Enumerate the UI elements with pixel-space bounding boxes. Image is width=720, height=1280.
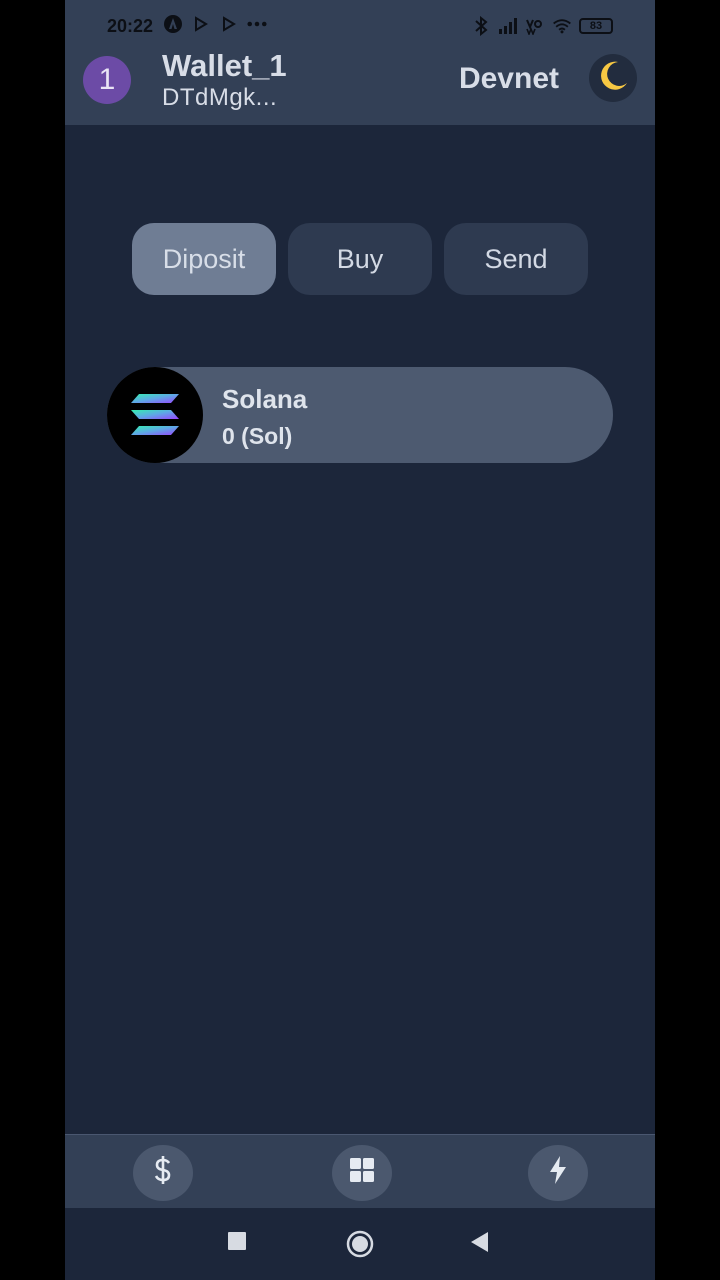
top-bar: 20:22 83 1 Wallet_1 DTdMgk... Devnet bbox=[65, 0, 655, 125]
recents-icon bbox=[228, 1232, 246, 1255]
status-time: 20:22 bbox=[107, 16, 154, 36]
theme-toggle-button[interactable] bbox=[589, 54, 637, 102]
app-screen: 20:22 83 1 Wallet_1 DTdMgk... Devnet Dip… bbox=[65, 0, 655, 1280]
wallet-header: 1 Wallet_1 DTdMgk... Devnet bbox=[65, 46, 655, 125]
play-icon bbox=[191, 14, 211, 34]
status-bar: 20:22 83 bbox=[65, 8, 655, 46]
action-buttons: Diposit Buy Send bbox=[132, 223, 588, 295]
wifi-icon bbox=[552, 16, 572, 36]
status-icons-right: 83 bbox=[471, 16, 613, 36]
wallet-avatar[interactable]: 1 bbox=[83, 56, 131, 104]
moon-icon bbox=[596, 59, 630, 98]
wallet-name[interactable]: Wallet_1 bbox=[162, 48, 287, 84]
status-icons-left bbox=[163, 14, 267, 34]
bluetooth-icon bbox=[471, 16, 491, 36]
solana-icon bbox=[107, 367, 203, 463]
back-icon bbox=[471, 1232, 489, 1257]
token-name: Solana bbox=[222, 384, 308, 414]
lightning-icon bbox=[548, 1155, 568, 1192]
bottom-nav bbox=[65, 1134, 655, 1208]
signal-icon bbox=[498, 16, 518, 36]
home-button[interactable] bbox=[346, 1230, 374, 1263]
play-icon bbox=[219, 14, 239, 34]
deposit-button[interactable]: Diposit bbox=[132, 223, 276, 295]
buy-button[interactable]: Buy bbox=[288, 223, 432, 295]
send-button[interactable]: Send bbox=[444, 223, 588, 295]
network-selector[interactable]: Devnet bbox=[459, 62, 559, 96]
more-icon bbox=[247, 14, 267, 34]
token-balance: 0 (Sol) bbox=[222, 423, 293, 449]
vowifi-icon bbox=[525, 16, 545, 36]
home-icon bbox=[346, 1230, 374, 1263]
app-notification-icon bbox=[163, 14, 183, 34]
nav-apps-button[interactable] bbox=[332, 1145, 392, 1201]
back-button[interactable] bbox=[471, 1232, 489, 1257]
battery-icon: 83 bbox=[579, 18, 613, 34]
system-navigation bbox=[65, 1208, 655, 1280]
token-row-solana[interactable]: Solana 0 (Sol) bbox=[107, 367, 613, 463]
nav-wallet-button[interactable] bbox=[133, 1145, 193, 1201]
grid-icon bbox=[349, 1157, 375, 1190]
wallet-address[interactable]: DTdMgk... bbox=[162, 84, 277, 112]
recents-button[interactable] bbox=[228, 1232, 246, 1255]
nav-activity-button[interactable] bbox=[528, 1145, 588, 1201]
dollar-icon bbox=[152, 1155, 174, 1192]
